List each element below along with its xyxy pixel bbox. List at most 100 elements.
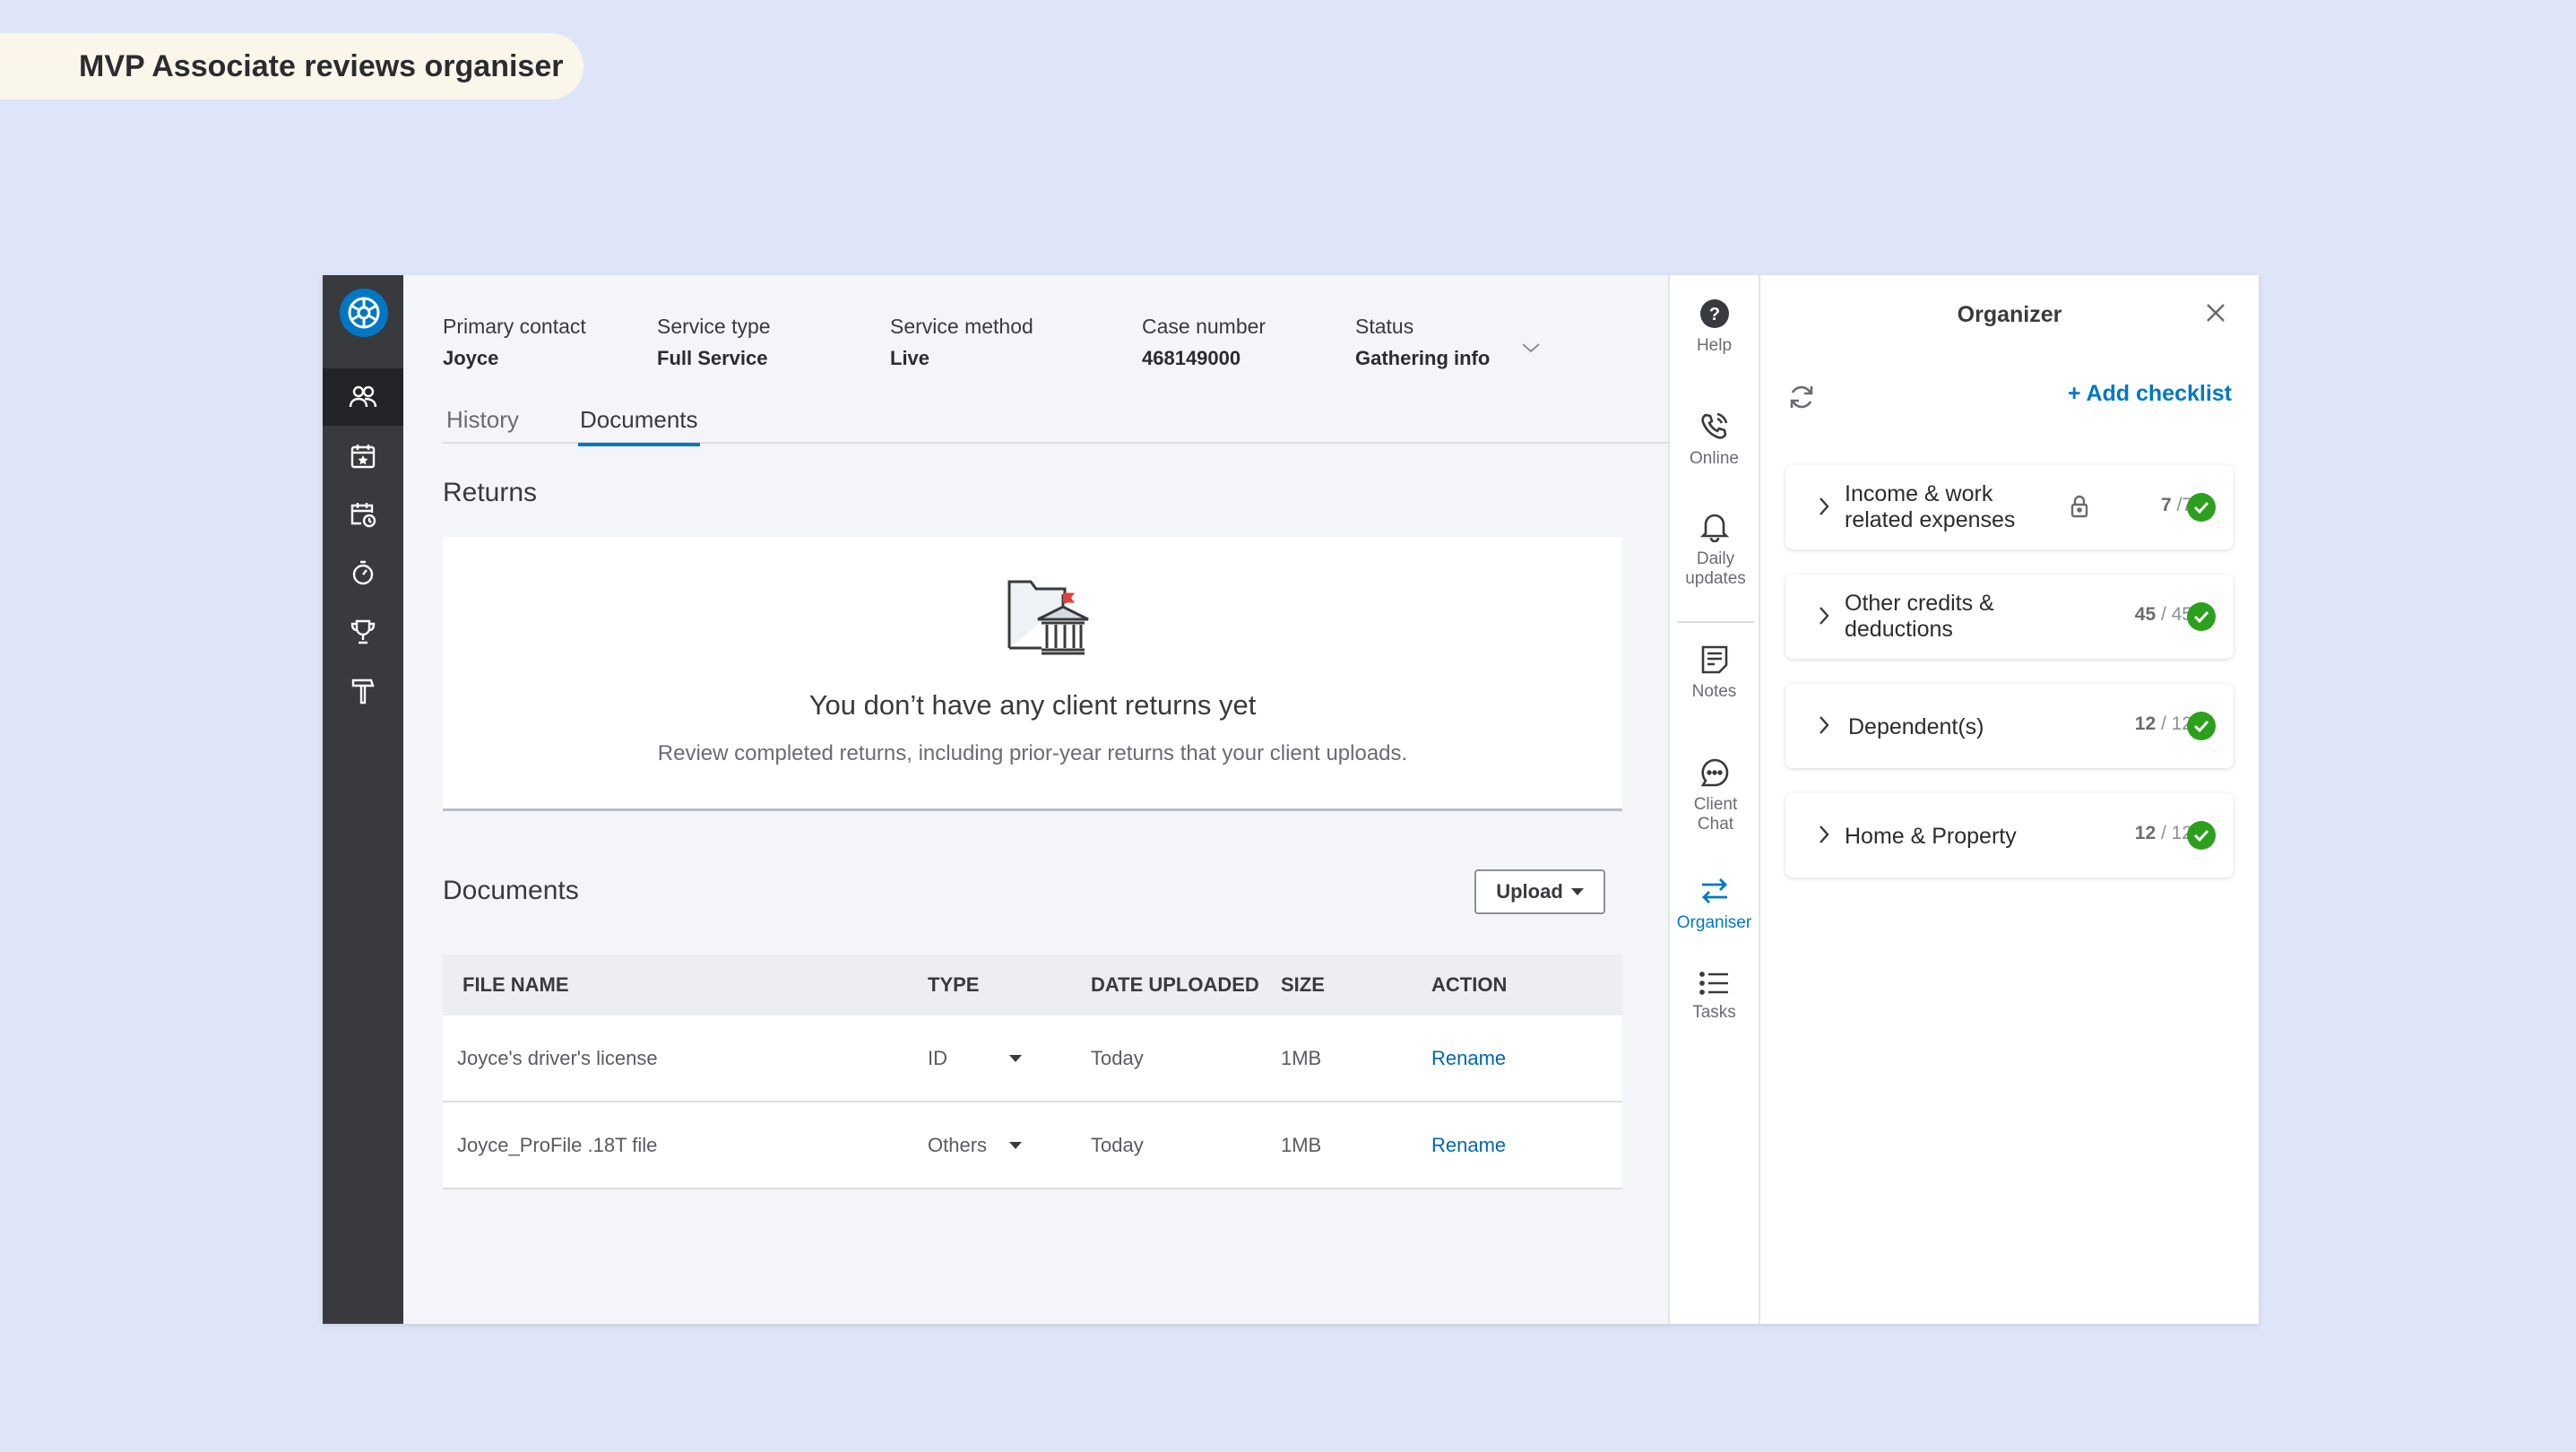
column-header-type[interactable]: TYPE: [928, 955, 979, 1016]
checklist-count-done: 45: [2134, 604, 2157, 625]
chevron-right-icon[interactable]: [1818, 605, 1830, 631]
primary-contact-value: Joyce: [443, 347, 499, 369]
rail-organiser-label: Organiser: [1676, 913, 1752, 932]
rail-help[interactable]: ? Help: [1670, 298, 1759, 356]
tab-bar: History Documents: [443, 406, 1668, 446]
rename-link[interactable]: Rename: [1431, 1102, 1506, 1188]
rail-notes-label: Notes: [1691, 682, 1737, 701]
table-header: FILE NAME TYPE DATE UPLOADED SIZE ACTION: [443, 955, 1622, 1016]
rail-online[interactable]: Online: [1670, 410, 1759, 469]
list-icon: [1670, 971, 1759, 996]
phone-icon: [1670, 410, 1759, 442]
column-header-date-uploaded[interactable]: DATE UPLOADED: [1091, 955, 1259, 1016]
tab-documents[interactable]: Documents: [578, 406, 699, 446]
rail-daily-updates[interactable]: Daily updates: [1670, 510, 1759, 589]
status-label: Status: [1355, 315, 1414, 338]
column-header-action: ACTION: [1431, 973, 1508, 996]
tab-history[interactable]: History: [446, 406, 519, 434]
page-label: MVP Associate reviews organiser: [0, 33, 583, 99]
rail-tasks[interactable]: Tasks: [1670, 971, 1759, 1023]
organizer-title: Organizer: [1957, 302, 2062, 327]
left-nav: [323, 275, 403, 1324]
checklist-dependents[interactable]: Dependent(s) 12 / 12: [1785, 684, 2234, 768]
checklist-title: Other credits & deductions: [1845, 591, 1994, 642]
clients-icon[interactable]: [323, 368, 403, 426]
right-rail: ? Help Online Daily updates Notes Client…: [1668, 275, 1760, 1324]
rail-organiser[interactable]: Organiser: [1670, 876, 1759, 933]
check-circle-icon: [2187, 712, 2216, 740]
checklist-count: 12 / 12: [2135, 713, 2192, 735]
checklist-count-done: 7: [2160, 495, 2172, 515]
organizer-panel: Organizer + Add checklist Income & work …: [1760, 275, 2259, 1324]
chevron-right-icon[interactable]: [1818, 496, 1830, 522]
refresh-icon[interactable]: [1787, 383, 1816, 416]
returns-empty-heading: You don’t have any client returns yet: [808, 689, 1257, 721]
bell-icon: [1670, 510, 1759, 542]
service-method-value: Live: [890, 347, 930, 369]
checklist-count-done: 12: [2134, 713, 2157, 734]
rename-link[interactable]: Rename: [1431, 1016, 1506, 1101]
file-name-cell: Joyce_ProFile .18T file: [457, 1134, 658, 1156]
rail-tasks-label: Tasks: [1692, 1003, 1736, 1022]
main-content: Primary contact Joyce Service type Full …: [403, 275, 1668, 1324]
chevron-right-icon[interactable]: [1818, 714, 1830, 740]
calendar-clock-icon[interactable]: [323, 486, 403, 543]
table-row: Joyce's driver's license ID Today 1MB Re…: [443, 1016, 1622, 1102]
status-dropdown[interactable]: Status Gathering info: [1355, 315, 1490, 370]
caret-down-icon: [1570, 888, 1584, 895]
chevron-right-icon[interactable]: [1818, 824, 1830, 850]
upload-button-label: Upload: [1496, 880, 1563, 903]
add-checklist-button[interactable]: + Add checklist: [2068, 381, 2232, 407]
rail-client-chat[interactable]: Client Chat: [1670, 757, 1759, 834]
checklist-title: Income & work related expenses: [1845, 481, 2016, 532]
notes-icon: [1670, 644, 1759, 675]
rail-help-label: Help: [1696, 336, 1733, 355]
primary-contact-label: Primary contact: [443, 315, 586, 338]
type-select[interactable]: ID: [928, 1016, 1026, 1101]
checklist-home-property[interactable]: Home & Property 12 / 12: [1785, 793, 2234, 877]
rail-online-label: Online: [1690, 449, 1739, 468]
chevron-down-icon[interactable]: [1521, 341, 1541, 359]
checklist-income-work[interactable]: Income & work related expenses 7 /7: [1785, 465, 2234, 549]
checklist-title: Home & Property: [1845, 824, 2017, 849]
logo-icon[interactable]: [340, 289, 388, 337]
upload-button[interactable]: Upload: [1474, 869, 1605, 914]
calendar-star-icon[interactable]: [323, 428, 403, 485]
column-header-file-name[interactable]: FILE NAME: [462, 955, 569, 1016]
size-cell: 1MB: [1281, 1134, 1322, 1156]
checklist-count: 45 / 45: [2135, 604, 2192, 626]
documents-table: FILE NAME TYPE DATE UPLOADED SIZE ACTION…: [443, 955, 1622, 1189]
chat-icon: [1670, 757, 1759, 788]
checklist-title: Dependent(s): [1848, 714, 1984, 739]
case-number-label: Case number: [1142, 315, 1266, 338]
check-circle-icon: [2187, 493, 2216, 522]
caret-down-icon: [1009, 1055, 1022, 1062]
stopwatch-icon[interactable]: [323, 544, 403, 601]
lock-icon: [2070, 494, 2089, 523]
type-select-value: Others: [928, 1134, 988, 1156]
service-method: Service method Live: [890, 315, 1033, 370]
hammer-icon[interactable]: [323, 662, 403, 720]
service-method-label: Service method: [890, 315, 1033, 338]
close-icon[interactable]: [2205, 302, 2226, 328]
type-select[interactable]: Others: [928, 1102, 1026, 1188]
service-type-value: Full Service: [657, 347, 768, 369]
checklist-count: 12 / 12: [2135, 823, 2192, 844]
type-select-value: ID: [928, 1047, 947, 1069]
check-circle-icon: [2187, 602, 2216, 631]
rail-client-chat-label: Client Chat: [1693, 795, 1738, 834]
case-number-value: 468149000: [1142, 347, 1241, 369]
returns-empty-state: You don’t have any client returns yet Re…: [443, 537, 1622, 811]
rail-daily-updates-label: Daily updates: [1685, 549, 1746, 588]
documents-title: Documents: [443, 876, 579, 905]
check-circle-icon: [2187, 821, 2216, 850]
case-number: Case number 468149000: [1142, 315, 1266, 370]
rail-notes[interactable]: Notes: [1670, 644, 1759, 702]
column-header-size[interactable]: SIZE: [1281, 955, 1325, 1016]
trophy-icon[interactable]: [323, 603, 403, 661]
status-value: Gathering info: [1355, 347, 1491, 369]
returns-empty-subtext: Review completed returns, including prio…: [657, 741, 1408, 765]
size-cell: 1MB: [1281, 1047, 1322, 1069]
checklist-other-credits[interactable]: Other credits & deductions 45 / 45: [1785, 575, 2234, 659]
date-cell: Today: [1091, 1134, 1144, 1156]
